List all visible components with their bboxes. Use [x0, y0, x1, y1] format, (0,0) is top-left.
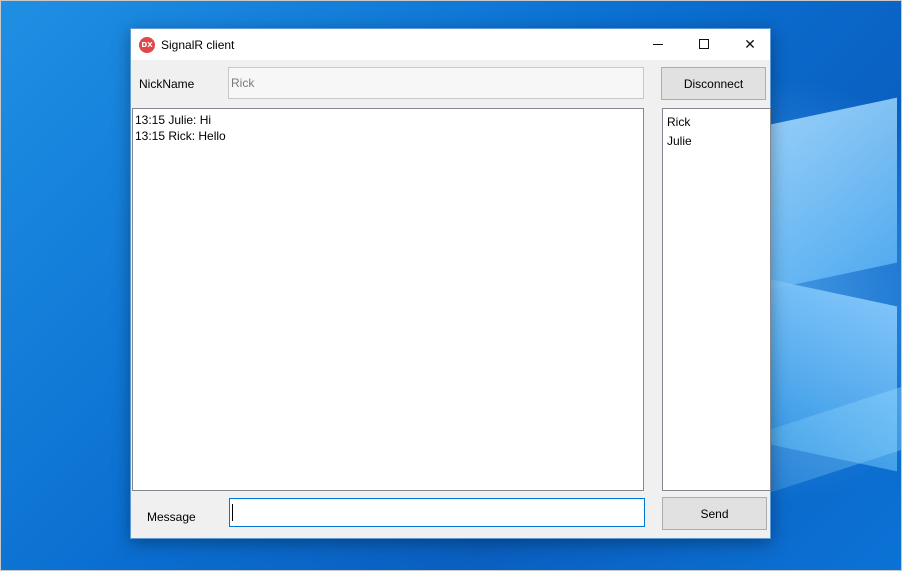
- user-list[interactable]: Rick Julie: [662, 108, 771, 491]
- app-logo-icon: DX: [139, 37, 155, 53]
- message-label: Message: [147, 510, 196, 524]
- send-button[interactable]: Send: [662, 497, 767, 530]
- chat-message: 13:15 Julie: Hi: [135, 113, 212, 127]
- windows-logo-pane: [771, 97, 897, 290]
- user-list-item[interactable]: Rick: [667, 113, 766, 132]
- user-list-item[interactable]: Julie: [667, 132, 766, 151]
- signalr-client-window: DX SignalR client ✕ NickName Disconnect …: [130, 28, 771, 539]
- close-button[interactable]: ✕: [727, 29, 773, 59]
- message-input[interactable]: [229, 498, 645, 527]
- maximize-icon: [699, 39, 709, 49]
- close-icon: ✕: [744, 35, 756, 52]
- chat-log[interactable]: 13:15 Julie: Hi 13:15 Rick: Hello: [132, 108, 644, 491]
- nickname-field[interactable]: [228, 67, 644, 99]
- chat-message: 13:15 Rick: Hello: [135, 129, 226, 143]
- maximize-button[interactable]: [681, 29, 727, 59]
- text-caret: [232, 504, 233, 521]
- window-title: SignalR client: [161, 38, 235, 52]
- minimize-button[interactable]: [635, 29, 681, 59]
- disconnect-button[interactable]: Disconnect: [661, 67, 766, 100]
- title-bar[interactable]: DX SignalR client ✕: [131, 29, 770, 60]
- minimize-icon: [653, 43, 663, 45]
- nickname-label: NickName: [139, 77, 195, 91]
